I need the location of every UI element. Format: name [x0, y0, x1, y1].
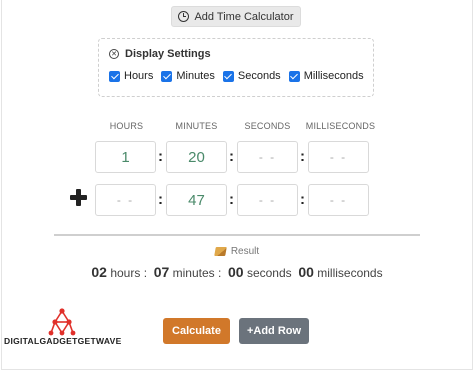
row1-seconds-input[interactable]: - - [237, 141, 298, 173]
row1-milliseconds-input[interactable]: - - [308, 141, 369, 173]
checkbox-checked-icon[interactable] [288, 70, 300, 82]
result-header: Result [0, 246, 474, 257]
plus-operator-icon[interactable] [70, 189, 87, 206]
column-header-milliseconds: MILLISECONDS [305, 121, 376, 131]
row1-hours-input[interactable]: 1 [95, 141, 156, 173]
calculate-button[interactable]: Calculate [163, 318, 230, 344]
separator: : [300, 148, 305, 165]
checkbox-checked-icon[interactable] [109, 70, 120, 82]
row2-hours-input[interactable]: - - [95, 184, 156, 216]
add-time-calculator-button[interactable]: Add Time Calculator [171, 6, 301, 27]
checkbox-hours[interactable]: Hours [109, 70, 153, 82]
separator: : [300, 191, 305, 208]
checkbox-checked-icon[interactable] [161, 70, 173, 82]
row2-minutes-input[interactable]: 47 [166, 184, 227, 216]
column-header-seconds: SECONDS [244, 121, 291, 131]
result-ms-unit: milliseconds [317, 266, 383, 280]
separator: : [158, 191, 163, 208]
display-settings-panel: ✕ Display Settings Hours Minutes Seconds… [98, 38, 374, 97]
result-seconds-unit: seconds [246, 266, 292, 280]
result-separator: : [143, 266, 148, 280]
result-separator: : [218, 266, 222, 280]
result-minutes-value: 07 [153, 264, 170, 280]
result-minutes-unit: minutes [172, 266, 215, 280]
separator: : [229, 148, 234, 165]
result-ms-value: 00 [298, 264, 314, 280]
brand-logo-text: DIGITALGADGETGETWAVE [4, 336, 122, 346]
add-time-calculator-label: Add Time Calculator [194, 10, 294, 23]
pencil-icon [214, 247, 227, 256]
result-label: Result [230, 246, 260, 257]
display-options: Hours Minutes Seconds Milliseconds [109, 70, 364, 82]
display-settings-title: Display Settings [125, 48, 211, 60]
display-settings-header[interactable]: ✕ Display Settings [109, 48, 211, 60]
checkbox-seconds[interactable]: Seconds [222, 70, 281, 82]
row1-minutes-input[interactable]: 20 [166, 141, 227, 173]
column-header-hours: HOURS [109, 121, 144, 131]
separator: : [158, 148, 163, 165]
result-seconds-value: 00 [228, 264, 244, 280]
result-value: 02 hours : 07 minutes : 00 seconds 00 mi… [0, 264, 474, 280]
checkbox-milliseconds[interactable]: Milliseconds [288, 70, 364, 82]
close-circle-icon[interactable]: ✕ [109, 49, 119, 59]
row2-milliseconds-input[interactable]: - - [308, 184, 369, 216]
checkbox-minutes-label: Minutes [176, 70, 215, 82]
result-hours-value: 02 [91, 264, 107, 280]
network-logo-icon [48, 308, 76, 336]
separator: : [229, 191, 234, 208]
result-hours-unit: hours [110, 266, 141, 280]
checkbox-hours-label: Hours [124, 70, 154, 82]
checkbox-milliseconds-label: Milliseconds [303, 70, 364, 82]
brand-logo: DIGITALGADGETGETWAVE [4, 308, 124, 348]
column-header-minutes: MINUTES [175, 121, 218, 131]
clock-icon [178, 11, 190, 22]
row2-seconds-input[interactable]: - - [237, 184, 298, 216]
checkbox-minutes[interactable]: Minutes [161, 70, 215, 82]
divider [54, 234, 420, 236]
add-row-button[interactable]: +Add Row [239, 318, 309, 344]
checkbox-checked-icon[interactable] [222, 70, 234, 82]
checkbox-seconds-label: Seconds [237, 70, 281, 82]
